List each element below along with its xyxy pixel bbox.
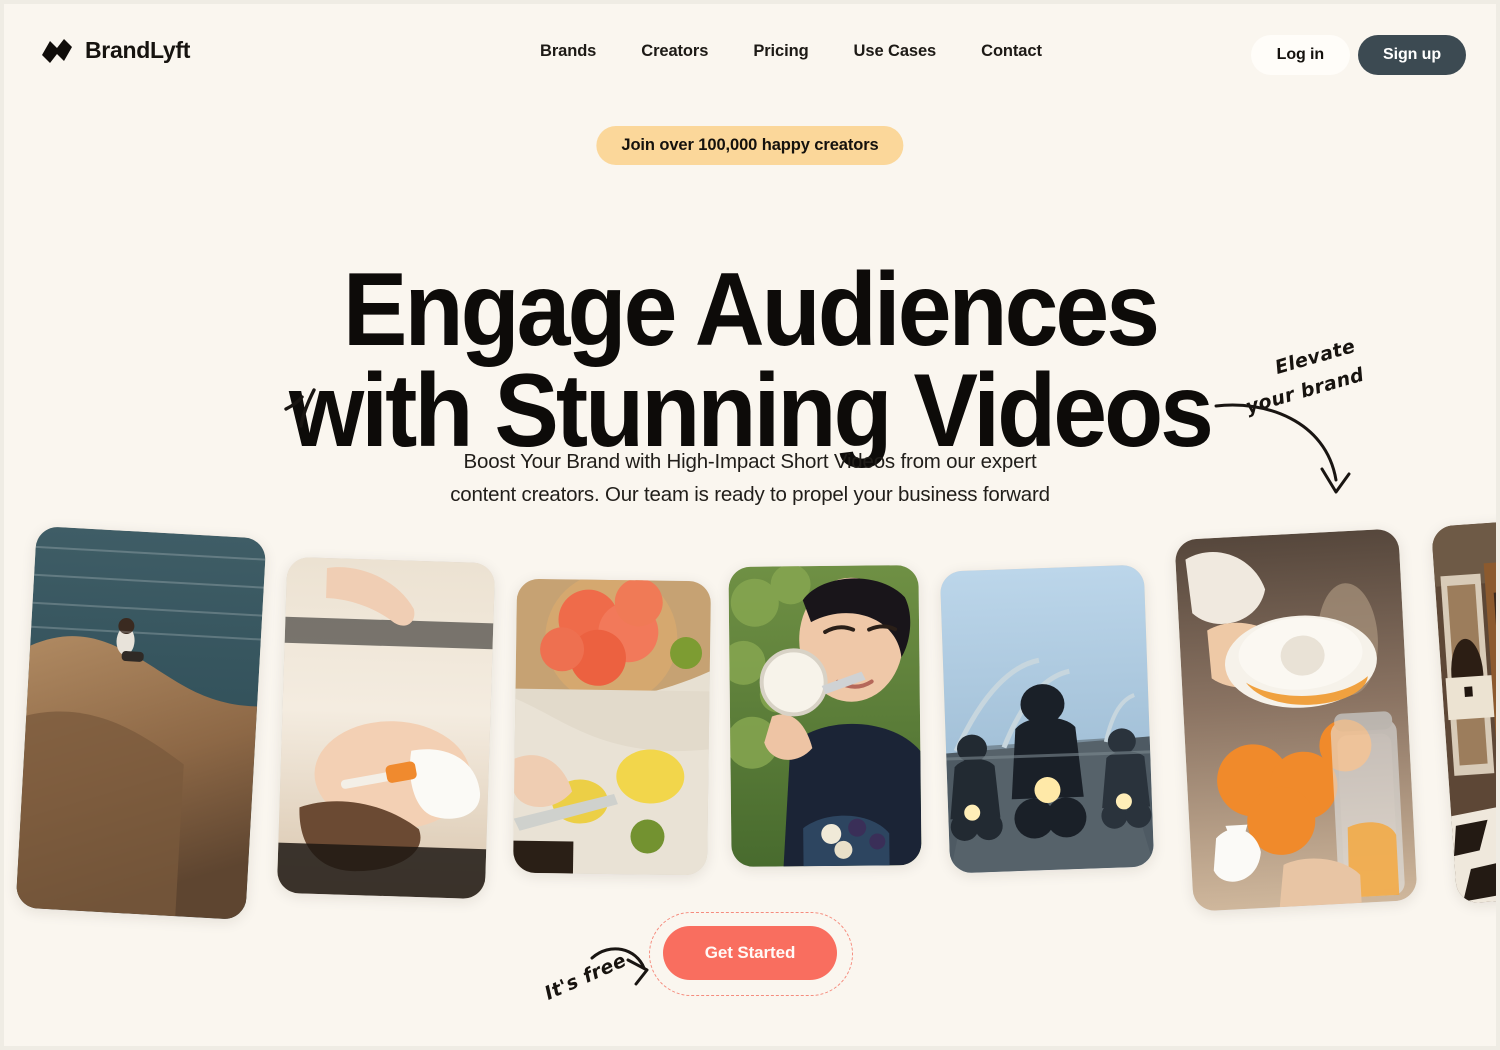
gallery-card-motorcycles[interactable] xyxy=(939,564,1155,874)
card-image xyxy=(728,565,922,867)
nav-link-use-cases[interactable]: Use Cases xyxy=(854,42,937,61)
social-proof-badge: Join over 100,000 happy creators xyxy=(596,126,904,165)
curved-arrow-down-icon xyxy=(1214,403,1351,494)
nav-link-creators[interactable]: Creators xyxy=(641,42,708,61)
nav-link-brands[interactable]: Brands xyxy=(540,42,596,61)
gallery-card-cliff-ocean[interactable] xyxy=(15,525,267,921)
cta-container: Get Started xyxy=(649,912,853,996)
brand-logo[interactable]: BrandLyft xyxy=(40,37,190,64)
auth-buttons: Log in Sign up xyxy=(1250,35,1466,75)
video-card-gallery xyxy=(4,504,1496,924)
get-started-button[interactable]: Get Started xyxy=(663,926,837,980)
card-image xyxy=(512,578,712,876)
gallery-card-interior[interactable] xyxy=(1430,517,1496,905)
elevate-your-brand-annotation: Elevate your brand xyxy=(1202,334,1402,519)
nav-links: Brands Creators Pricing Use Cases Contac… xyxy=(540,42,1042,61)
login-button[interactable]: Log in xyxy=(1250,35,1351,75)
brandlyft-logo-icon xyxy=(42,38,72,63)
gallery-card-juicing-oranges[interactable] xyxy=(1174,528,1418,912)
gallery-card-facial-mask[interactable] xyxy=(276,556,496,900)
landing-page: BrandLyft Brands Creators Pricing Use Ca… xyxy=(4,4,1496,1046)
card-image xyxy=(1430,517,1496,905)
gallery-card-citrus-cutting[interactable] xyxy=(512,578,712,876)
card-image xyxy=(939,564,1155,874)
hero-subtext: Boost Your Brand with High-Impact Short … xyxy=(450,449,1050,507)
gallery-card-eating-yogurt[interactable] xyxy=(728,565,922,867)
headline-line-1: Engage Audiences xyxy=(342,251,1160,368)
card-image xyxy=(1174,528,1418,912)
brand-name: BrandLyft xyxy=(85,37,191,63)
signup-button[interactable]: Sign up xyxy=(1358,35,1466,75)
nav-link-contact[interactable]: Contact xyxy=(981,42,1042,61)
card-image xyxy=(15,525,267,921)
card-image xyxy=(276,556,496,900)
top-navigation-bar: BrandLyft Brands Creators Pricing Use Ca… xyxy=(4,4,1496,102)
nav-link-pricing[interactable]: Pricing xyxy=(753,42,808,61)
